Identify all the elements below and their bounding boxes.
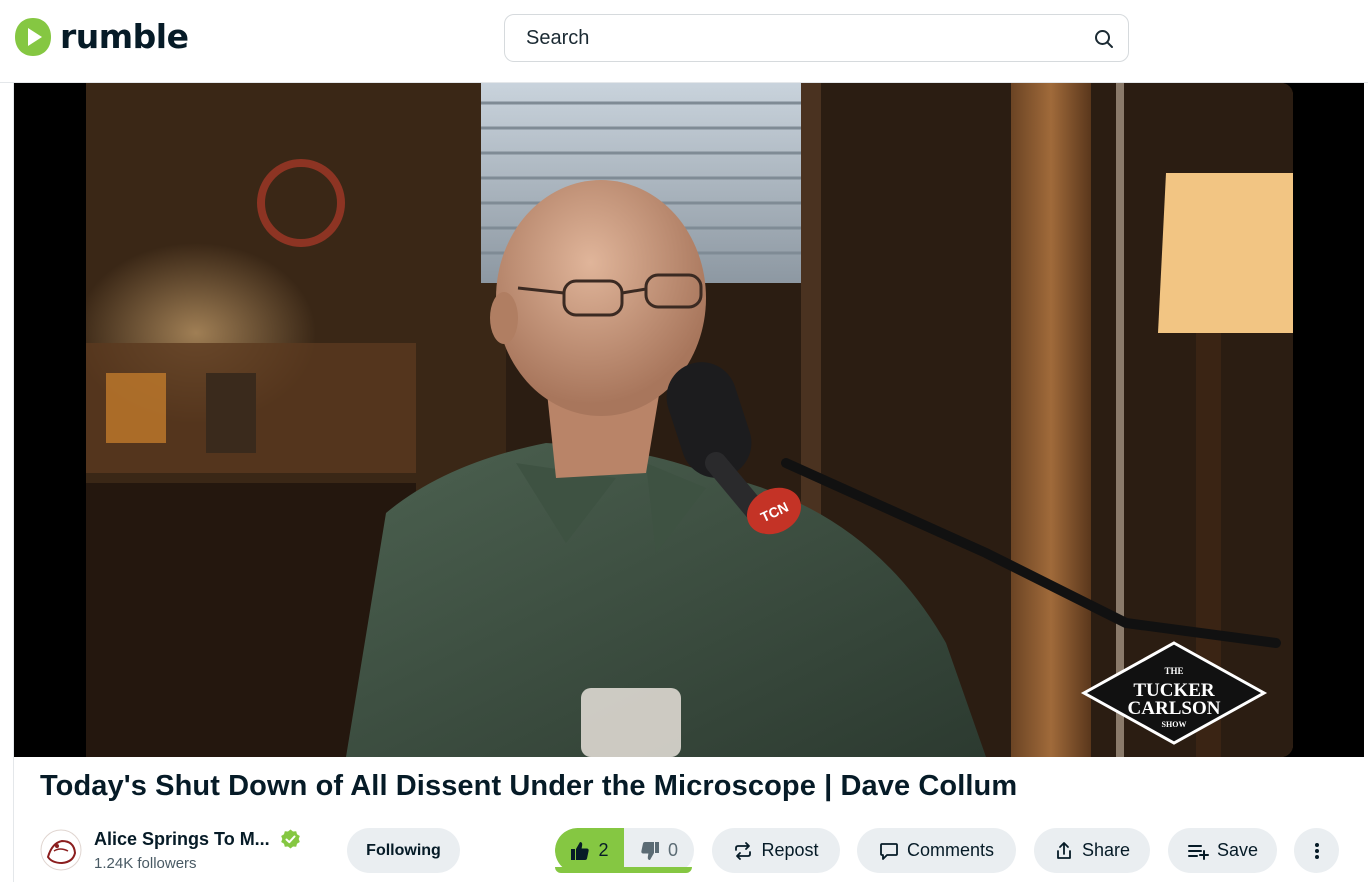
channel-followers: 1.24K followers (94, 854, 197, 872)
video-scene: TCN THE TUCKER CARLSON SHOW (86, 83, 1293, 757)
watermark-line1: THE (1164, 666, 1183, 676)
more-options-button[interactable] (1294, 828, 1339, 873)
channel-avatar[interactable] (40, 829, 82, 871)
comment-icon (880, 842, 898, 860)
comments-button[interactable]: Comments (857, 828, 1016, 873)
video-frame: TCN THE TUCKER CARLSON SHOW (86, 83, 1293, 757)
rumble-logo-icon (15, 18, 51, 56)
vote-ratio-fill (555, 867, 692, 873)
more-vertical-icon (1314, 842, 1319, 859)
repost-button[interactable]: Repost (712, 828, 840, 873)
rumble-logo[interactable]: rumble (14, 17, 189, 57)
channel-name[interactable]: Alice Springs To M... (94, 829, 270, 850)
following-button[interactable]: Following (347, 828, 460, 873)
channel-info[interactable]: Alice Springs To M... 1.24K followers (40, 827, 301, 873)
search-bar (504, 14, 1129, 62)
like-count: 2 (598, 840, 609, 860)
save-button[interactable]: Save (1168, 828, 1277, 873)
search-input[interactable] (505, 26, 1065, 50)
playlist-add-icon (1187, 844, 1209, 860)
top-header: rumble (0, 0, 1368, 83)
save-label: Save (1216, 840, 1259, 860)
watermark-line4: SHOW (1162, 720, 1187, 729)
thumbs-up-icon (571, 841, 590, 860)
search-icon[interactable] (1092, 27, 1116, 51)
vote-ratio-bar (555, 867, 692, 873)
repost-icon (735, 841, 752, 860)
video-player[interactable]: TCN THE TUCKER CARLSON SHOW (14, 83, 1364, 757)
dislike-count: 0 (667, 840, 678, 860)
channel-name-row: Alice Springs To M... (94, 829, 301, 850)
following-label: Following (366, 841, 441, 859)
repost-label: Repost (761, 840, 819, 860)
video-title: Today's Shut Down of All Dissent Under t… (40, 770, 1018, 802)
channel-avatar-image (40, 829, 82, 871)
watermark-line3: CARLSON (1128, 698, 1221, 719)
share-button[interactable]: Share (1034, 828, 1150, 873)
logo-text: rumble (60, 17, 189, 56)
channel-text: Alice Springs To M... 1.24K followers (94, 829, 301, 872)
share-icon (1057, 841, 1071, 859)
thumbs-down-icon (641, 841, 659, 860)
share-label: Share (1081, 840, 1131, 860)
verified-check-icon (280, 829, 300, 848)
comments-label: Comments (906, 840, 995, 860)
